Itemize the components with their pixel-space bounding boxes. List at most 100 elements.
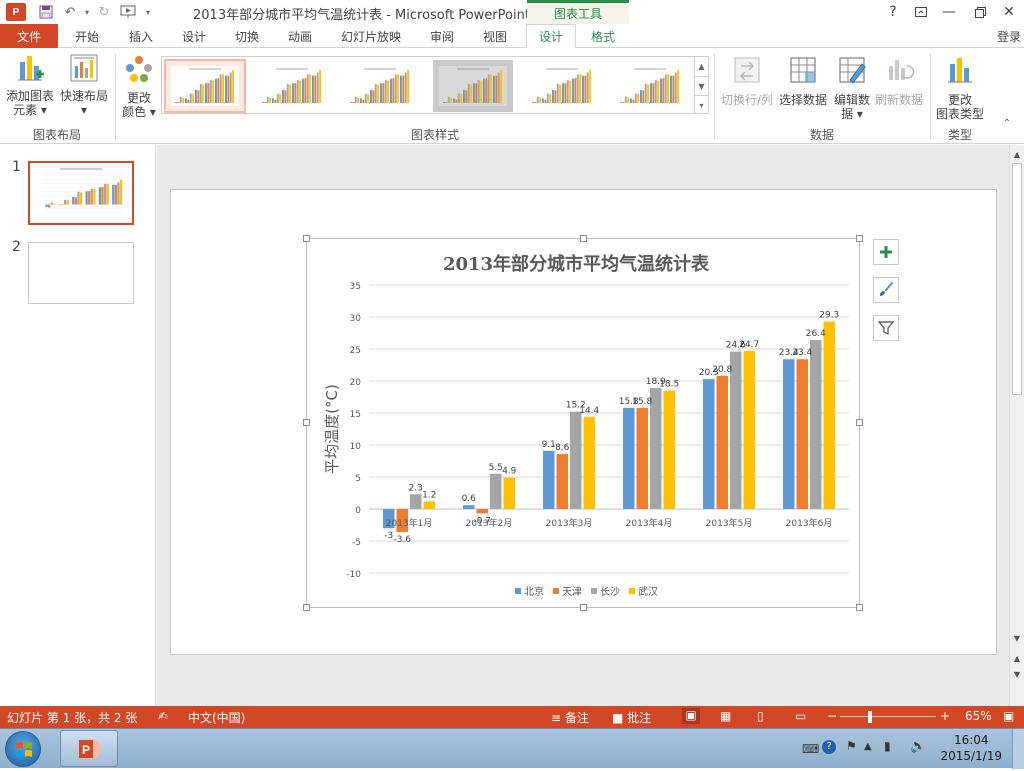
sign-in-link[interactable]: 登录	[997, 28, 1021, 45]
chart-title[interactable]: 2013年部分城市平均气温统计表	[443, 253, 710, 275]
restore-icon[interactable]	[967, 2, 993, 22]
bar[interactable]	[716, 375, 729, 509]
show-hidden-icons-icon[interactable]: ▲	[864, 741, 872, 752]
volume-icon[interactable]: 🔈	[910, 739, 926, 754]
bar[interactable]	[823, 321, 836, 509]
tab-file[interactable]: 文件	[0, 24, 58, 48]
keyboard-icon[interactable]: ⌨	[802, 742, 819, 756]
bar[interactable]	[783, 359, 795, 509]
bar[interactable]	[410, 494, 422, 509]
bar[interactable]	[796, 359, 809, 509]
switch-row-column-button[interactable]: 切换行/列	[718, 54, 776, 107]
bar[interactable]	[490, 473, 502, 509]
scroll-down-icon[interactable]: ▼	[1010, 631, 1024, 645]
chart-elements-button[interactable]	[873, 239, 899, 265]
bars[interactable]	[383, 321, 836, 533]
bar[interactable]	[570, 411, 582, 509]
bar[interactable]	[583, 416, 596, 509]
tab-chart-design[interactable]: 设计	[526, 24, 576, 49]
change-chart-type-button[interactable]: 更改 图表类型	[934, 54, 986, 121]
bar[interactable]	[476, 509, 489, 514]
tab-view[interactable]: 视图	[472, 24, 518, 48]
resize-handle[interactable]	[580, 604, 587, 611]
select-data-button[interactable]: 选择数据	[777, 54, 829, 107]
bar[interactable]	[463, 505, 475, 509]
next-slide-icon[interactable]: ▼	[1010, 667, 1024, 681]
undo-dropdown-icon[interactable]: ▾	[82, 2, 92, 22]
save-icon[interactable]	[34, 2, 58, 22]
slide-sorter-icon[interactable]: ▦	[720, 709, 731, 723]
resize-handle[interactable]	[303, 604, 310, 611]
resize-handle[interactable]	[303, 419, 310, 426]
refresh-data-button[interactable]: 刷新数据	[872, 54, 926, 107]
bar[interactable]	[810, 340, 822, 509]
powerpoint-taskbar-button[interactable]: P	[60, 730, 118, 767]
redo-icon[interactable]: ↻	[92, 2, 116, 22]
bar[interactable]	[636, 407, 649, 509]
gallery-scroll-up-icon[interactable]: ▲	[694, 57, 708, 76]
help-tray-icon[interactable]: ?	[822, 740, 836, 754]
bar[interactable]	[556, 453, 569, 509]
zoom-in-icon[interactable]: +	[940, 709, 950, 723]
tab-slide-show[interactable]: 幻灯片放映	[333, 24, 409, 48]
close-icon[interactable]: ✕	[996, 2, 1022, 22]
bar[interactable]	[423, 501, 436, 509]
collapse-ribbon-icon[interactable]: ⌃	[992, 118, 1022, 129]
bar-chart[interactable]: 2013年部分城市平均气温统计表 平均温度(°C) 35 30 25 20 15 10 5 0…	[307, 239, 861, 609]
customize-qat-icon[interactable]: ▾	[140, 2, 156, 22]
bar[interactable]	[503, 477, 516, 509]
comments-button[interactable]: ■ 批注	[612, 709, 651, 726]
zoom-slider-track[interactable]	[840, 716, 936, 717]
zoom-level[interactable]: 65%	[965, 709, 992, 723]
fit-to-window-icon[interactable]: ▣	[1003, 709, 1014, 723]
minimize-icon[interactable]: —	[936, 2, 962, 22]
tray-flag-icon[interactable]: ⚑	[846, 739, 857, 753]
gallery-more-icon[interactable]: ▾	[694, 95, 708, 114]
spell-check-icon[interactable]: ✍	[158, 709, 168, 723]
resize-handle[interactable]	[856, 604, 863, 611]
chart-styles-button[interactable]	[873, 277, 899, 303]
show-desktop-button[interactable]	[1012, 729, 1024, 769]
zoom-out-icon[interactable]: −	[827, 709, 837, 723]
quick-layout-button[interactable]: 快速布局 ▾	[58, 52, 110, 117]
add-chart-element-button[interactable]: 添加图表 元素 ▾	[2, 52, 58, 117]
slide-thumbnail-1[interactable]	[28, 161, 134, 225]
zoom-slider-thumb[interactable]	[868, 711, 872, 723]
ribbon-display-options-icon[interactable]	[908, 2, 934, 22]
resize-handle[interactable]	[856, 419, 863, 426]
powerpoint-logo-icon[interactable]: P	[6, 3, 26, 21]
normal-view-icon[interactable]: ▣	[682, 708, 700, 724]
system-clock[interactable]: 16:04 2015/1/19	[940, 732, 1002, 764]
chart-style-thumbnails[interactable]	[162, 57, 696, 115]
tab-chart-format[interactable]: 格式	[580, 24, 626, 48]
bar[interactable]	[743, 350, 756, 509]
chart-frame[interactable]: 2013年部分城市平均气温统计表 平均温度(°C) 35 30 25 20 15 10 5 0…	[303, 235, 863, 611]
tab-design[interactable]: 设计	[171, 24, 217, 48]
help-icon[interactable]: ?	[880, 2, 906, 22]
resize-handle[interactable]	[580, 235, 587, 242]
tab-transitions[interactable]: 切换	[224, 24, 270, 48]
chart-filters-button[interactable]	[873, 315, 899, 341]
bar[interactable]	[663, 390, 676, 509]
slide-show-icon[interactable]: ▭	[795, 709, 806, 723]
bar[interactable]	[703, 379, 715, 509]
network-icon[interactable]: ▮	[884, 739, 891, 753]
bar[interactable]	[730, 351, 742, 509]
bar[interactable]	[543, 450, 555, 509]
previous-slide-icon[interactable]: ▲	[1010, 651, 1024, 665]
notes-button[interactable]: ≡ 备注	[551, 709, 589, 726]
tab-insert[interactable]: 插入	[118, 24, 164, 48]
legend[interactable]: 北京 天津 长沙 武汉	[515, 585, 658, 598]
scroll-up-icon[interactable]: ▲	[1010, 147, 1024, 161]
tab-animations[interactable]: 动画	[277, 24, 323, 48]
undo-icon[interactable]: ↶	[58, 2, 82, 22]
bar[interactable]	[623, 407, 635, 509]
edit-data-button[interactable]: 编辑数 据 ▾	[830, 54, 874, 121]
tab-home[interactable]: 开始	[64, 24, 110, 48]
change-colors-button[interactable]: 更改 颜色 ▾	[118, 54, 160, 119]
language-indicator[interactable]: 中文(中国)	[188, 709, 245, 726]
slide-thumbnail-2[interactable]	[28, 242, 134, 304]
resize-handle[interactable]	[303, 235, 310, 242]
tab-review[interactable]: 审阅	[419, 24, 465, 48]
start-button[interactable]	[5, 731, 41, 767]
